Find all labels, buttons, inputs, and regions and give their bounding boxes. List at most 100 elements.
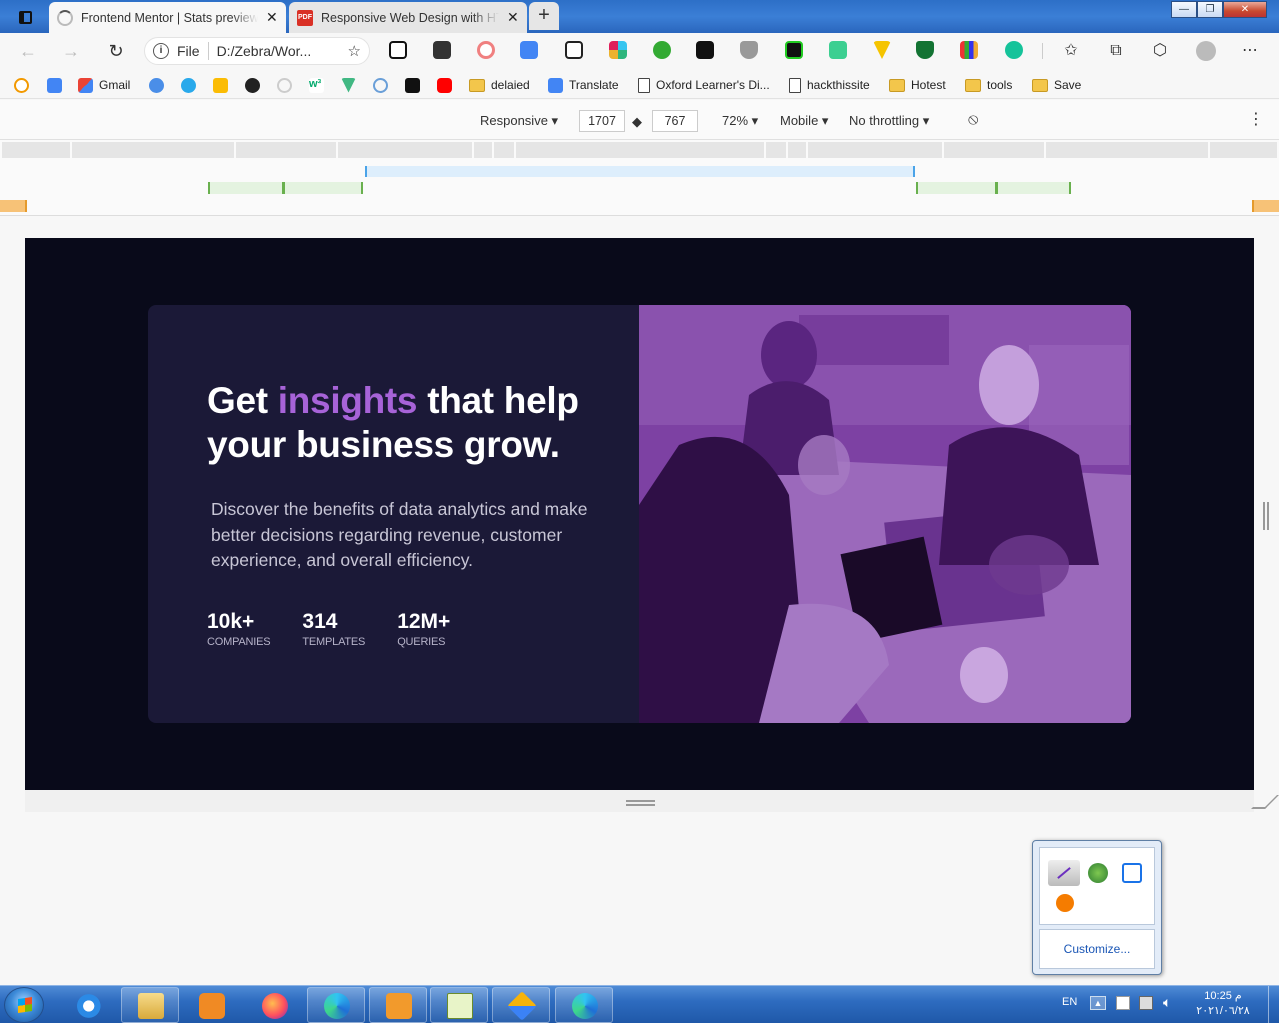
clock[interactable]: 10:25 م ٢٠٢١/٠٦/٢٨ — [1188, 989, 1258, 1019]
ruler-segment[interactable] — [944, 142, 1044, 158]
close-tab-icon[interactable]: ✕ — [266, 9, 278, 26]
timer-icon[interactable] — [653, 41, 671, 59]
ruler-segment[interactable] — [788, 142, 806, 158]
ruler-segment[interactable] — [474, 142, 492, 158]
device-type-select[interactable]: Mobile ▾ — [780, 113, 828, 129]
vue-devtools-icon[interactable] — [873, 41, 891, 59]
remote-desktop-icon[interactable] — [1122, 863, 1142, 883]
tab-responsive-web-design[interactable]: PDF Responsive Web Design with HTML ✕ — [289, 2, 527, 33]
ruler-segment[interactable] — [516, 142, 764, 158]
show-desktop-button[interactable] — [1268, 986, 1279, 1023]
info-icon[interactable]: i — [153, 43, 169, 59]
ruler-segment[interactable] — [494, 142, 514, 158]
tab-actions-menu[interactable] — [10, 6, 40, 28]
bookmark-cloud[interactable] — [373, 76, 388, 94]
max-width-bar[interactable] — [365, 166, 915, 177]
ruler-segment[interactable] — [236, 142, 336, 158]
bookmark-github[interactable] — [245, 76, 260, 94]
extension-green-box-icon[interactable] — [785, 41, 803, 59]
extension-dark-icon[interactable] — [696, 41, 714, 59]
device-select[interactable]: Responsive ▾ — [480, 113, 558, 129]
bookmark-gmail[interactable]: Gmail — [78, 76, 130, 94]
taskbar-sublime[interactable] — [369, 987, 427, 1023]
extension-chart-icon[interactable] — [433, 41, 451, 59]
bookmark-oxford[interactable]: Oxford Learner's Di... — [638, 76, 770, 94]
minimize-button[interactable]: — — [1171, 1, 1197, 18]
min-width-bar[interactable] — [1252, 200, 1279, 212]
pen-tool-icon[interactable] — [1048, 860, 1080, 886]
bookmark-hackerrank[interactable] — [405, 76, 420, 94]
bookmark-delaied[interactable]: delaied — [469, 76, 530, 94]
ruler-segment[interactable] — [72, 142, 234, 158]
taskbar-explorer[interactable] — [121, 987, 179, 1023]
taskbar-edge-2[interactable] — [555, 987, 613, 1023]
forward-icon[interactable]: → — [59, 40, 83, 62]
bookmark-tools[interactable]: tools — [965, 76, 1012, 94]
favorites-icon[interactable]: ✩ — [1061, 41, 1081, 61]
ruler-segment[interactable] — [1046, 142, 1208, 158]
bookmark-calendar[interactable] — [47, 76, 62, 94]
show-hidden-icons-button[interactable]: ▲ — [1090, 996, 1106, 1010]
address-bar[interactable]: i File D:/Zebra/Wor... ☆ — [144, 37, 370, 65]
bookmark-vue[interactable] — [341, 76, 356, 94]
avast-icon[interactable] — [1056, 894, 1074, 912]
adguard-icon[interactable] — [916, 41, 934, 59]
bookmark-hackthissite[interactable]: hackthissite — [789, 76, 870, 94]
close-tab-icon[interactable]: ✕ — [507, 9, 519, 26]
ruler-segment[interactable] — [2, 142, 70, 158]
min-width-bar[interactable] — [0, 200, 27, 212]
ruler-segment[interactable] — [338, 142, 472, 158]
start-button[interactable] — [4, 987, 44, 1023]
height-input[interactable]: 767 — [652, 110, 698, 132]
back-icon[interactable]: ← — [16, 40, 40, 62]
bookmark-hotest[interactable]: Hotest — [889, 76, 946, 94]
color-bars-icon[interactable] — [960, 41, 978, 59]
ruler-segment[interactable] — [808, 142, 942, 158]
min-max-bar[interactable] — [916, 182, 1071, 194]
taskbar-app[interactable] — [492, 987, 550, 1023]
zoom-select[interactable]: 72% ▾ — [722, 113, 758, 129]
swap-dimensions-icon[interactable]: ◆ — [632, 114, 642, 130]
bookmark-loading[interactable] — [277, 76, 292, 94]
min-max-bar[interactable] — [208, 182, 363, 194]
language-indicator[interactable]: EN — [1062, 996, 1077, 1008]
bookmark-translate[interactable]: Translate — [548, 76, 619, 94]
throttling-select[interactable]: No throttling ▾ — [849, 113, 929, 129]
bookmark-clock[interactable] — [14, 76, 29, 94]
google-translate-icon[interactable] — [520, 41, 538, 59]
width-input[interactable]: 1707 — [579, 110, 625, 132]
more-options-icon[interactable]: ⋮ — [1248, 109, 1264, 129]
volume-icon[interactable]: 🔈︎ — [1163, 994, 1171, 1011]
reload-icon[interactable]: ↻ — [104, 40, 128, 62]
taskbar-firefox[interactable] — [245, 987, 303, 1023]
ruler-segment[interactable] — [766, 142, 786, 158]
bookmark-globe[interactable] — [149, 76, 164, 94]
notion-icon[interactable] — [389, 41, 407, 59]
bookmark-youtube[interactable] — [437, 76, 452, 94]
resize-handle-right[interactable] — [1263, 502, 1269, 530]
taskbar-edge[interactable] — [307, 987, 365, 1023]
extensions-icon[interactable]: ⬡ — [1150, 41, 1170, 61]
new-tab-button[interactable]: + — [529, 2, 559, 30]
network-globe-icon[interactable] — [1088, 863, 1108, 883]
taskbar-notepad[interactable] — [430, 987, 488, 1023]
resize-handle-bottom[interactable] — [626, 800, 655, 806]
grammarly-icon[interactable] — [1005, 41, 1023, 59]
resize-corner-icon[interactable] — [1251, 795, 1279, 809]
rotate-icon[interactable]: ⦸ — [968, 111, 978, 129]
picture-in-picture-icon[interactable] — [565, 41, 583, 59]
taskbar-media-player[interactable] — [182, 987, 240, 1023]
maximize-button[interactable]: ❐ — [1197, 1, 1223, 18]
network-icon[interactable] — [1139, 996, 1153, 1010]
collections-icon[interactable]: ⧉ — [1106, 41, 1126, 61]
shield-icon[interactable] — [740, 41, 758, 59]
add-favorite-icon[interactable]: ☆ — [348, 42, 361, 60]
bookmark-keep[interactable] — [213, 76, 228, 94]
bookmark-w3schools[interactable]: w³ — [309, 76, 324, 94]
customize-link[interactable]: Customize... — [1039, 929, 1155, 969]
tab-frontend-mentor[interactable]: Frontend Mentor | Stats preview ✕ — [49, 2, 286, 33]
more-menu-icon[interactable]: ⋯ — [1240, 41, 1260, 61]
ruler-segment[interactable] — [1210, 142, 1277, 158]
profile-avatar[interactable] — [1196, 41, 1216, 61]
bookmark-save[interactable]: Save — [1032, 76, 1081, 94]
